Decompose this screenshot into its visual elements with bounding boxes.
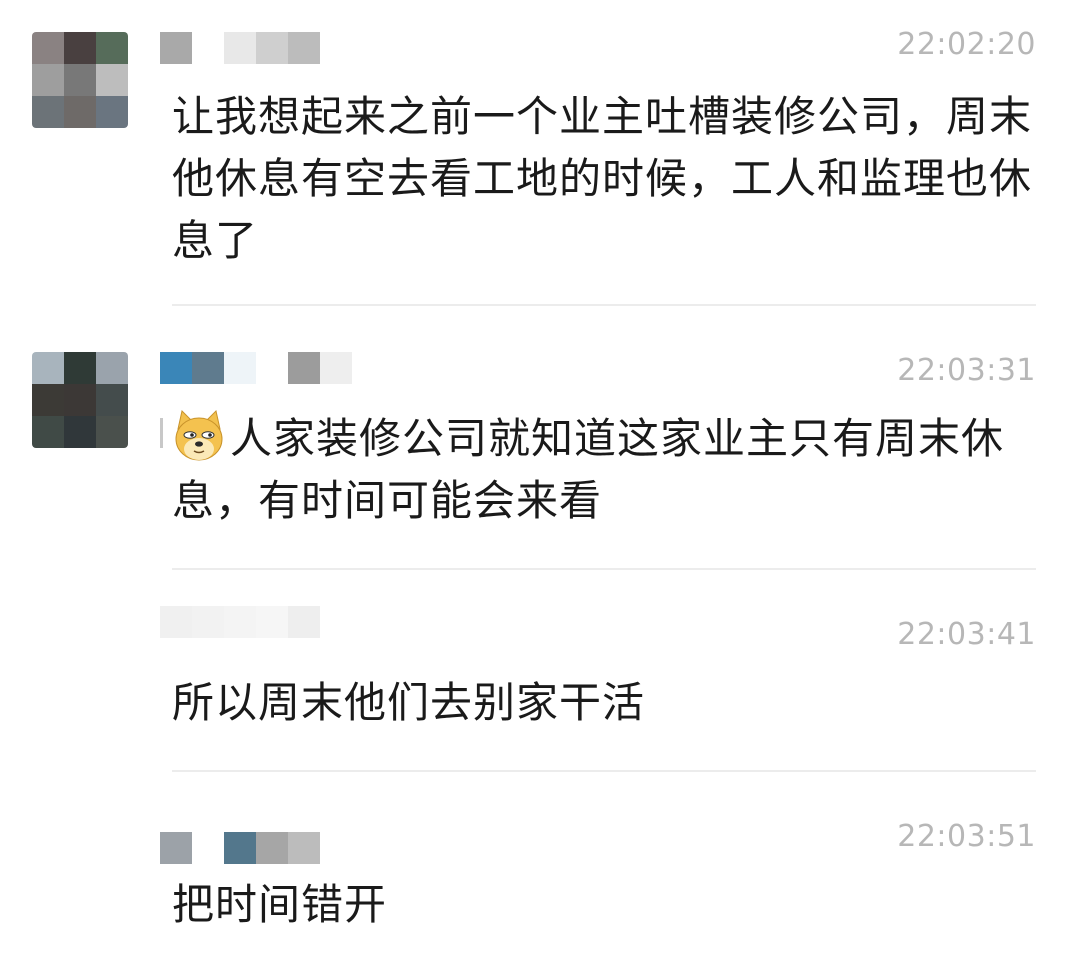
mosaic-pixel (64, 864, 96, 896)
comment-text: 把时间错开 (172, 880, 388, 929)
avatar[interactable] (32, 832, 128, 928)
mosaic-pixel (192, 606, 224, 638)
comment-item: 22:02:20 让我想起来之前一个业主吐槽装修公司，周末他休息有空去看工地的时… (0, 0, 1080, 306)
mosaic-pixel (224, 352, 256, 384)
mosaic-pixel (96, 32, 128, 64)
comment-timestamp: 22:03:51 (897, 819, 1036, 854)
mosaic-pixel (320, 32, 352, 64)
mosaic-pixel (160, 352, 192, 384)
mosaic-pixel (64, 32, 96, 64)
mosaic-pixel (32, 896, 64, 928)
mosaic-pixel (96, 64, 128, 96)
comment-text: 人家装修公司就知道这家业主只有周末休息，有时间可能会来看 (172, 414, 1005, 525)
avatar[interactable] (32, 32, 128, 128)
mosaic-pixel (96, 864, 128, 896)
comment-item: 22:03:51 把时间错开 (0, 772, 1080, 972)
mosaic-pixel (96, 606, 128, 638)
comment-text: 让我想起来之前一个业主吐槽装修公司，周末他休息有空去看工地的时候，工人和监理也休… (172, 92, 1033, 265)
mosaic-pixel (32, 352, 64, 384)
avatar[interactable] (32, 606, 128, 702)
username[interactable] (160, 832, 352, 864)
username[interactable] (160, 352, 352, 384)
mosaic-pixel (256, 352, 288, 384)
mosaic-pixel (288, 32, 320, 64)
mosaic-pixel (64, 832, 96, 864)
mosaic-pixel (224, 606, 256, 638)
mosaic-pixel (256, 32, 288, 64)
mosaic-pixel (64, 638, 96, 670)
mosaic-pixel (288, 606, 320, 638)
mosaic-pixel (32, 606, 64, 638)
mosaic-pixel (64, 352, 96, 384)
mosaic-pixel (320, 832, 352, 864)
mosaic-pixel (32, 32, 64, 64)
mosaic-pixel (320, 352, 352, 384)
mosaic-pixel (160, 832, 192, 864)
mosaic-pixel (32, 832, 64, 864)
mosaic-pixel (96, 416, 128, 448)
mosaic-pixel (288, 352, 320, 384)
text-cursor (160, 418, 163, 448)
mosaic-pixel (96, 96, 128, 128)
doge-emoji-icon (172, 409, 226, 463)
comment-timestamp: 22:03:41 (897, 617, 1036, 652)
mosaic-pixel (64, 670, 96, 702)
mosaic-pixel (64, 606, 96, 638)
comment-item: 22:03:31 人家装修公司就知道这家业主只有周末休息，有时间可能会来看 (0, 306, 1080, 570)
mosaic-pixel (32, 384, 64, 416)
mosaic-pixel (32, 64, 64, 96)
mosaic-pixel (256, 832, 288, 864)
mosaic-pixel (224, 32, 256, 64)
mosaic-pixel (64, 96, 96, 128)
comment-timestamp: 22:02:20 (897, 27, 1036, 62)
mosaic-pixel (32, 638, 64, 670)
comment-text: 所以周末他们去别家干活 (172, 678, 646, 727)
mosaic-pixel (96, 832, 128, 864)
mosaic-pixel (96, 352, 128, 384)
mosaic-pixel (160, 32, 192, 64)
mosaic-pixel (96, 896, 128, 928)
mosaic-pixel (32, 416, 64, 448)
comment-item: 22:03:41 所以周末他们去别家干活 (0, 570, 1080, 772)
avatar[interactable] (32, 352, 128, 448)
mosaic-pixel (320, 606, 352, 638)
mosaic-pixel (64, 384, 96, 416)
comment-timestamp: 22:03:31 (897, 353, 1036, 388)
mosaic-pixel (32, 96, 64, 128)
mosaic-pixel (96, 670, 128, 702)
mosaic-pixel (64, 896, 96, 928)
mosaic-pixel (192, 832, 224, 864)
username[interactable] (160, 606, 352, 638)
mosaic-pixel (224, 832, 256, 864)
mosaic-pixel (64, 416, 96, 448)
mosaic-pixel (288, 832, 320, 864)
mosaic-pixel (96, 384, 128, 416)
mosaic-pixel (192, 352, 224, 384)
mosaic-pixel (256, 606, 288, 638)
mosaic-pixel (32, 670, 64, 702)
mosaic-pixel (192, 32, 224, 64)
comment-text-wrapper: 人家装修公司就知道这家业主只有周末休息，有时间可能会来看 (172, 408, 1042, 532)
mosaic-pixel (32, 864, 64, 896)
mosaic-pixel (160, 606, 192, 638)
mosaic-pixel (64, 64, 96, 96)
username[interactable] (160, 32, 352, 64)
mosaic-pixel (96, 638, 128, 670)
